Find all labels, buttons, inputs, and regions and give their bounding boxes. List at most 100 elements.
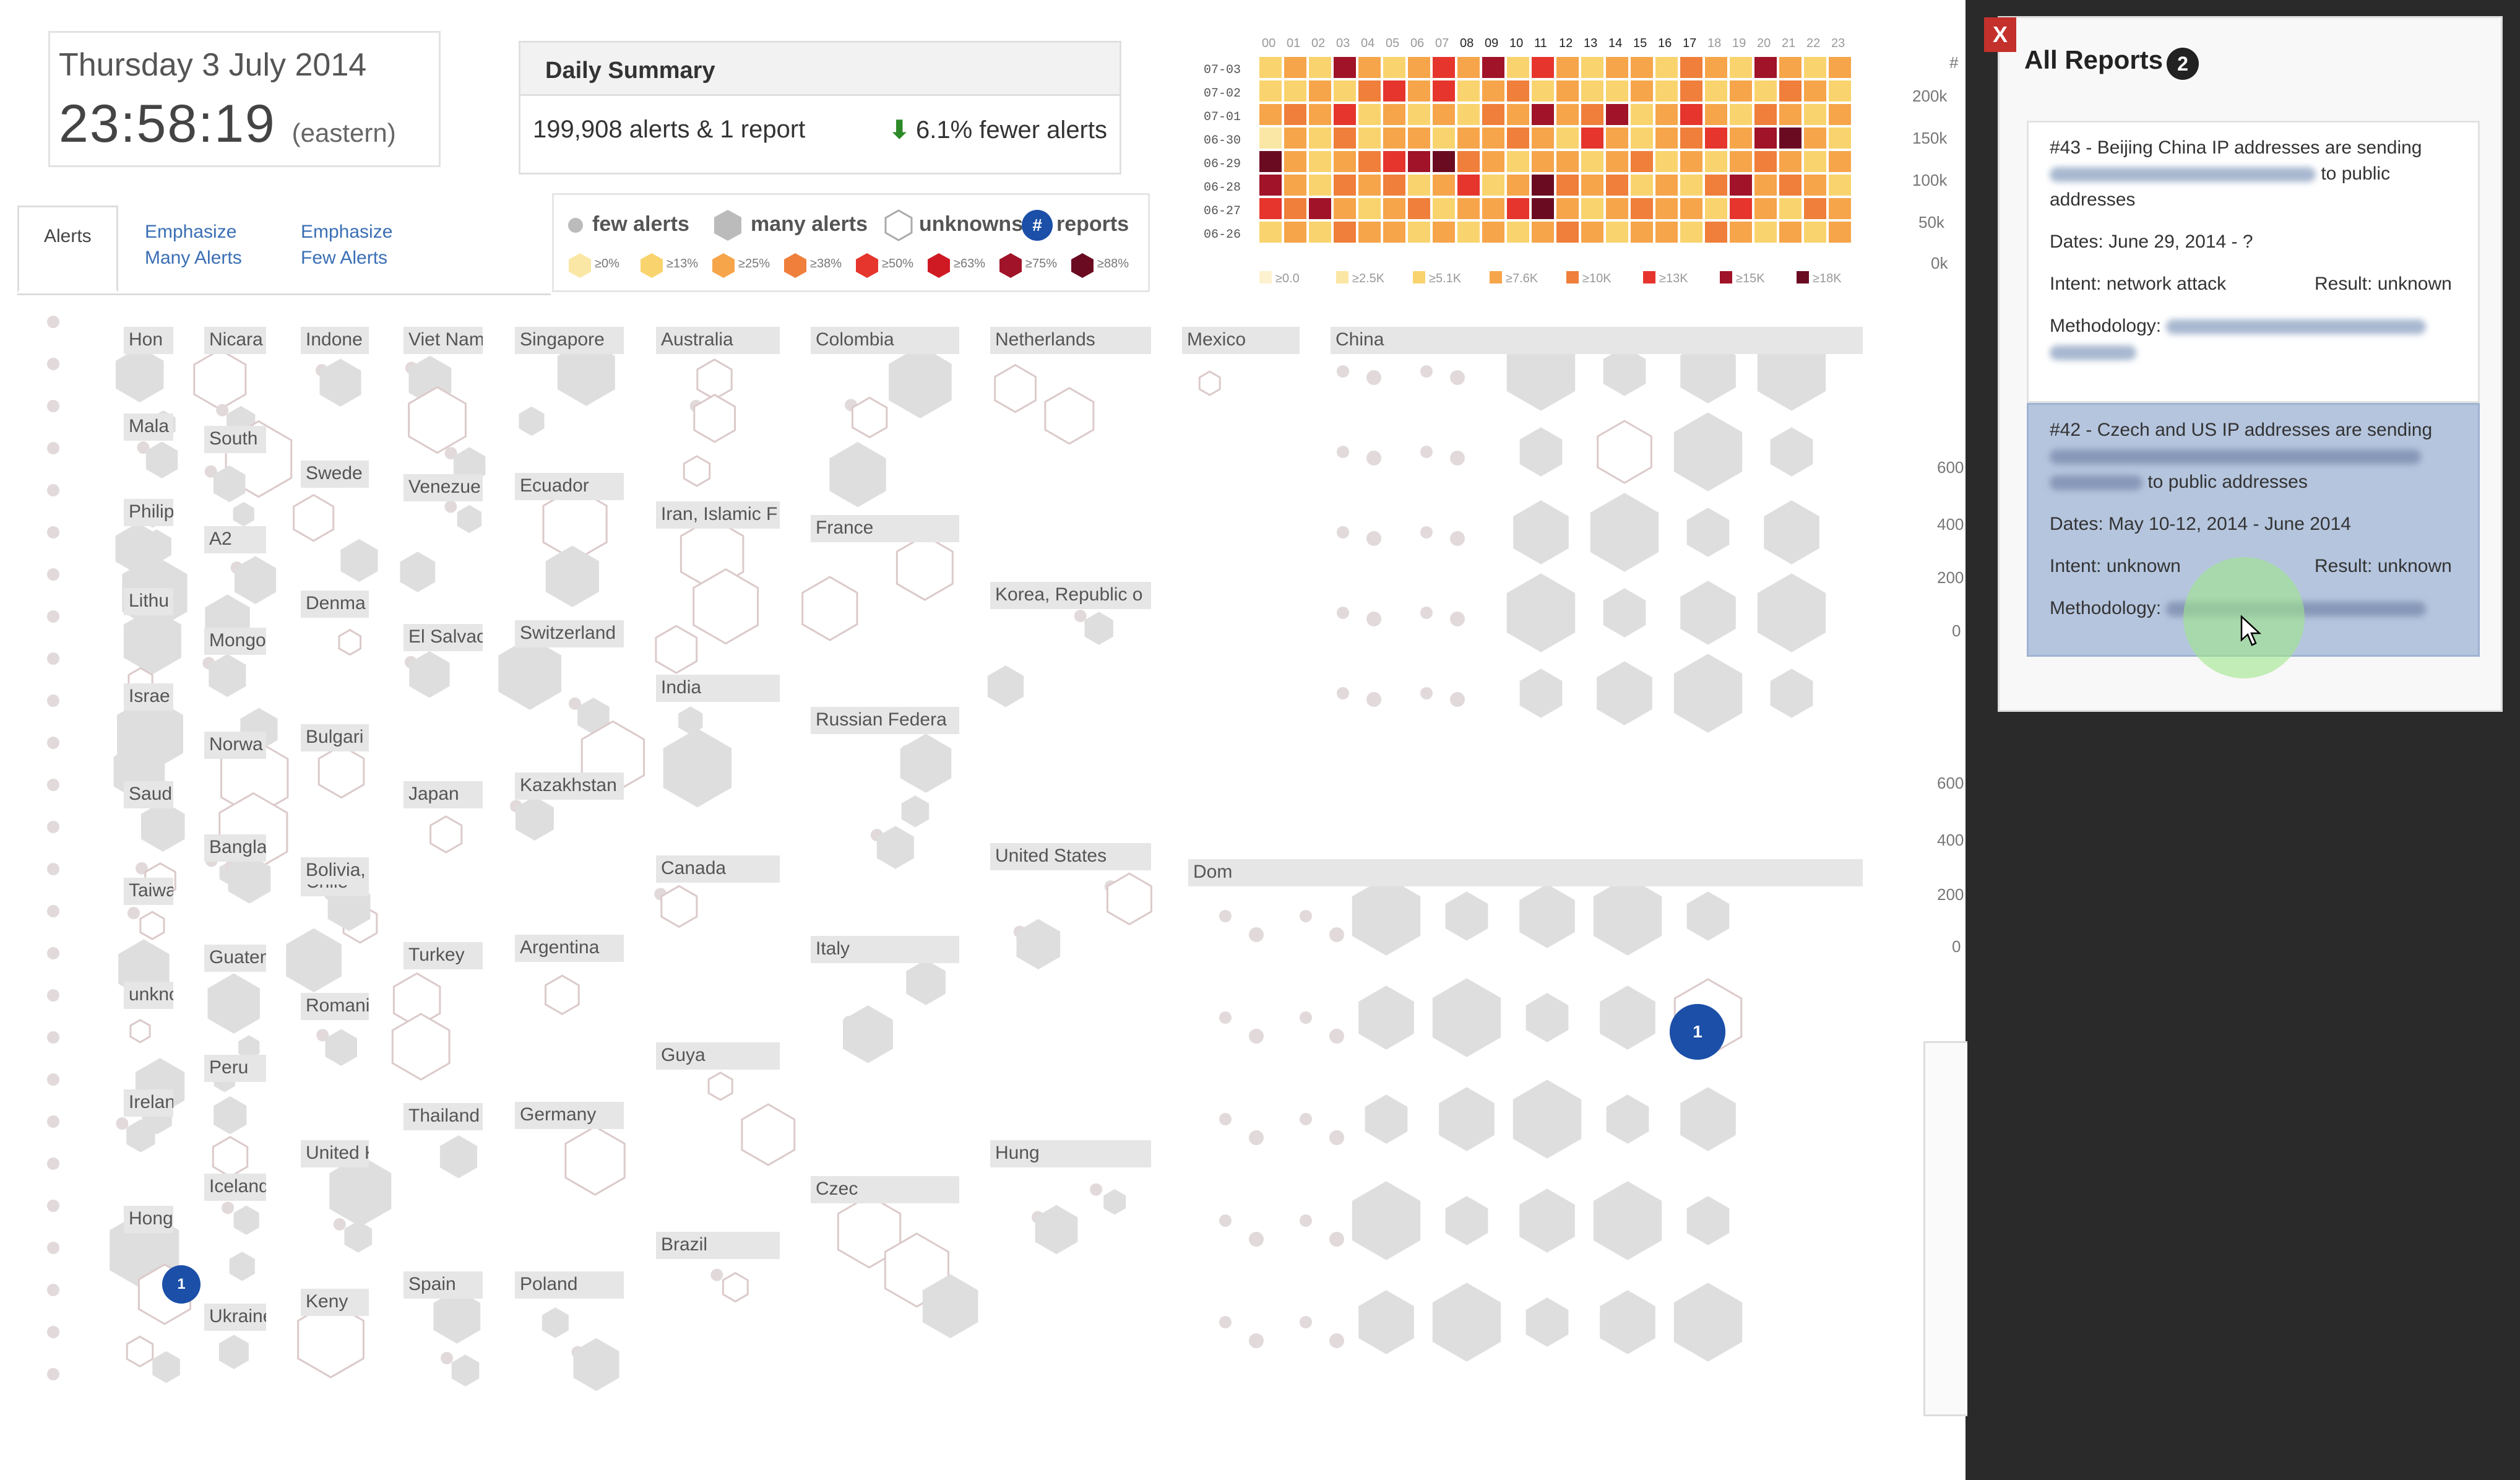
alert-hexagon[interactable] <box>516 796 554 841</box>
alert-hexagon[interactable] <box>1757 573 1826 652</box>
alert-hexagon[interactable] <box>317 744 365 799</box>
alert-dot[interactable] <box>47 1200 59 1212</box>
alert-hexagon[interactable] <box>1519 669 1563 718</box>
alert-dot[interactable] <box>47 947 59 959</box>
alert-dot[interactable] <box>47 316 59 328</box>
country-label[interactable]: Switzerland <box>515 620 624 647</box>
alert-hexagon[interactable] <box>498 637 562 710</box>
alert-hexagon[interactable] <box>895 534 954 601</box>
country-label[interactable]: Kazakhstan <box>515 772 624 800</box>
country-label[interactable]: Hon <box>124 327 173 354</box>
alert-dot[interactable] <box>1300 1214 1312 1227</box>
alert-dot[interactable] <box>441 1352 454 1365</box>
alert-dot[interactable] <box>710 1268 723 1281</box>
alert-hexagon[interactable] <box>193 348 247 410</box>
alert-dot[interactable] <box>1300 1113 1312 1125</box>
alert-hexagon[interactable] <box>663 728 732 808</box>
alert-hexagon[interactable] <box>212 1136 249 1178</box>
alert-dot[interactable] <box>1219 910 1232 922</box>
country-label[interactable]: unknov <box>124 982 173 1009</box>
alert-hexagon[interactable] <box>707 1071 733 1101</box>
alert-hexagon[interactable] <box>1603 347 1646 396</box>
alert-dot[interactable] <box>47 442 59 454</box>
country-label[interactable]: Romania <box>301 993 369 1020</box>
alert-hexagon[interactable] <box>286 928 342 993</box>
country-label[interactable]: Israe <box>124 683 173 711</box>
alert-dot[interactable] <box>1249 1130 1264 1145</box>
alert-dot[interactable] <box>1249 1232 1264 1247</box>
country-label[interactable]: Spain <box>403 1271 483 1299</box>
alert-hexagon[interactable] <box>1512 1080 1582 1159</box>
alert-hexagon[interactable] <box>1513 500 1569 565</box>
country-label[interactable]: Ecuador <box>515 473 624 500</box>
alert-dot[interactable] <box>1366 370 1381 385</box>
alert-hexagon[interactable] <box>843 1005 893 1063</box>
alert-dot[interactable] <box>1450 612 1465 626</box>
country-label[interactable]: Netherlands <box>990 327 1151 354</box>
alert-dot[interactable] <box>1420 607 1433 619</box>
country-label[interactable]: Saudi <box>124 781 173 808</box>
country-label[interactable]: A2 <box>204 526 266 553</box>
alert-hexagon[interactable] <box>1680 1087 1736 1151</box>
alert-dot[interactable] <box>1420 687 1433 699</box>
alert-hexagon[interactable] <box>1600 985 1655 1050</box>
alert-hexagon[interactable] <box>1352 876 1421 956</box>
alert-hexagon[interactable] <box>457 504 481 534</box>
alert-dot[interactable] <box>1219 1316 1232 1328</box>
alert-dot[interactable] <box>1450 370 1465 385</box>
alert-hexagon[interactable] <box>900 734 952 793</box>
country-label[interactable]: Ukraine <box>204 1304 266 1331</box>
alert-dot[interactable] <box>47 905 59 917</box>
alert-hexagon[interactable] <box>1519 1188 1575 1253</box>
alert-dot[interactable] <box>127 907 140 920</box>
country-label[interactable]: Nicara <box>204 327 266 354</box>
alert-dot[interactable] <box>1420 446 1433 458</box>
alert-hexagon[interactable] <box>1519 884 1575 948</box>
alert-hexagon[interactable] <box>741 1103 796 1166</box>
country-label[interactable]: Mexico <box>1182 327 1300 354</box>
alert-hexagon[interactable] <box>139 911 165 940</box>
alert-hexagon[interactable] <box>1106 872 1152 925</box>
alert-hexagon[interactable] <box>1439 1087 1495 1151</box>
alert-hexagon[interactable] <box>1673 412 1743 491</box>
alert-hexagon[interactable] <box>141 801 185 852</box>
alert-hexagon[interactable] <box>1358 985 1414 1050</box>
czech-report-marker[interactable]: 1 <box>162 1265 201 1304</box>
alert-hexagon[interactable] <box>1432 978 1501 1057</box>
country-label[interactable]: Korea, Republic o <box>990 582 1151 609</box>
alert-dot[interactable] <box>47 652 59 665</box>
alert-dot[interactable] <box>1337 687 1349 699</box>
alert-dot[interactable] <box>47 484 59 496</box>
alert-hexagon[interactable] <box>901 795 930 828</box>
alert-dot[interactable] <box>222 1201 235 1214</box>
alert-hexagon[interactable] <box>429 815 463 854</box>
alert-hexagon[interactable] <box>400 552 436 592</box>
alert-hexagon[interactable] <box>906 959 946 1005</box>
alert-hexagon[interactable] <box>1519 427 1563 477</box>
alert-dot[interactable] <box>47 1073 59 1086</box>
alert-dot[interactable] <box>47 779 59 791</box>
alert-dot[interactable] <box>1329 1130 1344 1145</box>
alert-dot[interactable] <box>1450 451 1465 465</box>
alert-hexagon[interactable] <box>1673 654 1743 733</box>
country-label[interactable]: Bolivia, F <box>301 857 369 885</box>
alert-hexagon[interactable] <box>1084 612 1113 645</box>
country-label[interactable]: Australia <box>656 327 780 354</box>
alert-hexagon[interactable] <box>660 885 698 928</box>
alert-dot[interactable] <box>1090 1183 1103 1196</box>
alert-hexagon[interactable] <box>545 974 580 1015</box>
country-label[interactable]: Bulgari <box>301 724 369 751</box>
country-label[interactable]: Mala <box>124 413 173 441</box>
alert-hexagon[interactable] <box>1506 573 1576 652</box>
country-label[interactable]: Bangla <box>204 834 266 862</box>
alert-dot[interactable] <box>1329 1232 1344 1247</box>
country-label[interactable]: Philip <box>124 499 173 526</box>
alert-dot[interactable] <box>1337 365 1349 378</box>
alert-hexagon[interactable] <box>1686 891 1730 941</box>
us-report-marker[interactable]: 1 <box>1670 1004 1725 1060</box>
alert-dot[interactable] <box>47 1326 59 1338</box>
alert-dot[interactable] <box>1450 531 1465 546</box>
alert-hexagon[interactable] <box>214 1096 247 1135</box>
alert-hexagon[interactable] <box>1590 493 1659 572</box>
alert-dot[interactable] <box>47 1158 59 1170</box>
